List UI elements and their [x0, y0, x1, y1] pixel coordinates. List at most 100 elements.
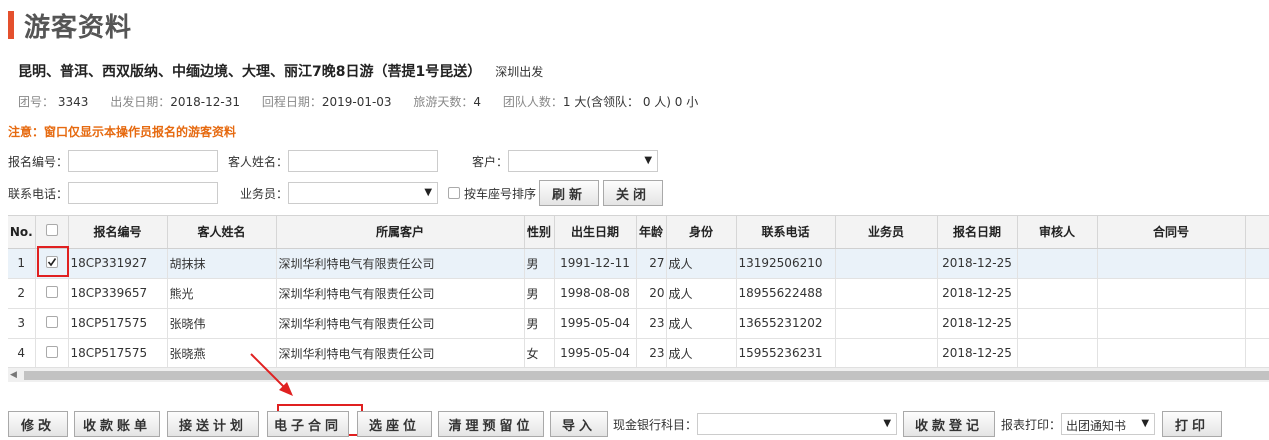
row-identity: 成人: [666, 308, 737, 339]
row-customer: 深圳华利特电气有限责任公司: [276, 248, 525, 279]
row-gender: 男: [524, 278, 555, 309]
people-label: 团队人数：: [502, 95, 563, 109]
row-age: 20: [636, 278, 667, 309]
row-contract: [1097, 248, 1246, 279]
import-button[interactable]: 导入: [550, 411, 608, 437]
row-identity: 成人: [666, 278, 737, 309]
col-header-name: 客人姓名: [167, 216, 277, 249]
group-no: 3343: [57, 95, 89, 109]
row-birth: 1998-08-08: [554, 278, 637, 309]
close-button[interactable]: 关闭: [603, 180, 664, 206]
row-no: 4: [8, 338, 36, 369]
table-header-row: No. 报名编号 客人姓名 所属客户 性别 出生日期 年龄 身份 联系电话 业务…: [8, 216, 1269, 249]
row-birth: 1995-05-04: [554, 338, 637, 369]
row-reg-date: 2018-12-25: [937, 308, 1018, 339]
col-header-contract: 合同号: [1097, 216, 1246, 249]
col-header-extra: [1245, 216, 1269, 249]
salesman-label: 业务员：: [240, 186, 289, 201]
col-header-salesman: 业务员: [835, 216, 938, 249]
return-date: 2019-01-03: [321, 95, 392, 109]
row-reg-no: 18CP517575: [68, 338, 168, 369]
title-accent-bar: [8, 11, 14, 39]
salesman-select[interactable]: [288, 182, 439, 204]
row-salesman: [835, 338, 938, 369]
tour-info: 团号： 3343 出发日期：2018-12-31 回程日期：2019-01-03…: [18, 93, 698, 110]
depart-date: 2018-12-31: [170, 95, 240, 109]
row-phone: 18955622488: [736, 278, 836, 309]
select-all-checkbox[interactable]: [45, 224, 58, 237]
col-header-phone: 联系电话: [736, 216, 836, 249]
receipt-register-button[interactable]: 收款登记: [903, 411, 996, 437]
modify-button[interactable]: 修改: [8, 411, 68, 437]
filter-row-1: 报名编号： 客人姓名： 客户：: [8, 150, 659, 172]
tour-departure: 深圳出发: [495, 65, 544, 79]
row-checkbox[interactable]: [45, 315, 58, 328]
row-reviewer: [1017, 278, 1098, 309]
reg-no-input[interactable]: [68, 150, 219, 172]
row-customer: 深圳华利特电气有限责任公司: [276, 338, 525, 369]
row-name: 熊光: [167, 278, 277, 309]
row-reg-no: 18CP517575: [68, 308, 168, 339]
row-checkbox-cell[interactable]: [35, 338, 69, 369]
customer-select[interactable]: [508, 150, 659, 172]
refresh-button[interactable]: 刷新: [539, 180, 600, 206]
bottom-toolbar: 修改 收款账单 接送计划 电子合同 选座位 清理预留位 导入 现金银行科目： 收…: [8, 411, 1223, 437]
print-button[interactable]: 打印: [1162, 411, 1223, 437]
days: 4: [473, 95, 482, 109]
row-reg-date: 2018-12-25: [937, 248, 1018, 279]
row-reg-no: 18CP339657: [68, 278, 168, 309]
row-reg-date: 2018-12-25: [937, 278, 1018, 309]
clear-reserved-button[interactable]: 清理预留位: [438, 411, 544, 437]
phone-input[interactable]: [68, 182, 219, 204]
row-phone: 13655231202: [736, 308, 836, 339]
page-title-bar: 游客资料: [8, 10, 132, 43]
transfer-plan-button[interactable]: 接送计划: [167, 411, 259, 437]
annotation-arrow-icon: [250, 353, 293, 396]
row-checkbox-cell[interactable]: [35, 278, 69, 309]
row-extra: [1245, 308, 1269, 339]
table-row[interactable]: 1 18CP331927 胡抹抹 深圳华利特电气有限责任公司男 1991-12-11 27…: [8, 248, 1269, 279]
e-contract-button[interactable]: 电子合同: [267, 411, 349, 437]
table-row[interactable]: 2 18CP339657 熊光 深圳华利特电气有限责任公司男 1998-08-08 20 成…: [8, 278, 1269, 309]
tour-name: 昆明、普洱、西双版纳、中缅边境、大理、丽江7晚8日游（菩提1号昆送）: [18, 64, 482, 80]
col-header-reviewer: 审核人: [1017, 216, 1098, 249]
table-row[interactable]: 4 18CP517575 张晓燕 深圳华利特电气有限责任公司女 1995-05-04 23…: [8, 338, 1269, 369]
row-age: 23: [636, 308, 667, 339]
report-print-select[interactable]: 出团通知书: [1061, 413, 1156, 435]
row-checkbox-cell[interactable]: [35, 308, 69, 339]
row-contract: [1097, 308, 1246, 339]
row-extra: [1245, 248, 1269, 279]
table-horizontal-scrollbar[interactable]: ◀: [8, 367, 1269, 382]
row-customer: 深圳华利特电气有限责任公司: [276, 278, 525, 309]
row-contract: [1097, 338, 1246, 369]
row-reviewer: [1017, 308, 1098, 339]
phone-label: 联系电话：: [8, 186, 69, 201]
row-checkbox[interactable]: [45, 345, 58, 358]
table-row[interactable]: 3 18CP517575 张晓伟 深圳华利特电气有限责任公司男 1995-05-04 23…: [8, 308, 1269, 339]
scrollbar-thumb[interactable]: [24, 371, 1269, 380]
scroll-left-arrow-icon[interactable]: ◀: [10, 370, 17, 380]
guest-name-label: 客人姓名：: [228, 154, 289, 169]
row-no: 1: [8, 248, 36, 279]
guest-name-input[interactable]: [288, 150, 439, 172]
days-label: 旅游天数：: [413, 95, 474, 109]
seat-sort-checkbox[interactable]: [448, 187, 461, 199]
report-print-select-value: 出团通知书: [1066, 419, 1127, 433]
col-header-age: 年龄: [636, 216, 667, 249]
col-header-reg-date: 报名日期: [937, 216, 1018, 249]
row-no: 2: [8, 278, 36, 309]
cash-bank-select[interactable]: [697, 413, 898, 435]
col-header-reg-no: 报名编号: [68, 216, 168, 249]
receipt-bill-button[interactable]: 收款账单: [74, 411, 160, 437]
col-header-select-all[interactable]: [35, 216, 69, 249]
row-salesman: [835, 308, 938, 339]
row-reviewer: [1017, 338, 1098, 369]
row-birth: 1995-05-04: [554, 308, 637, 339]
row-checkbox[interactable]: [45, 285, 58, 298]
group-no-label: 团号：: [18, 95, 55, 109]
select-seat-button[interactable]: 选座位: [357, 411, 432, 437]
depart-label: 出发日期：: [110, 95, 171, 109]
row-birth: 1991-12-11: [554, 248, 637, 279]
row-identity: 成人: [666, 248, 737, 279]
col-header-identity: 身份: [666, 216, 737, 249]
